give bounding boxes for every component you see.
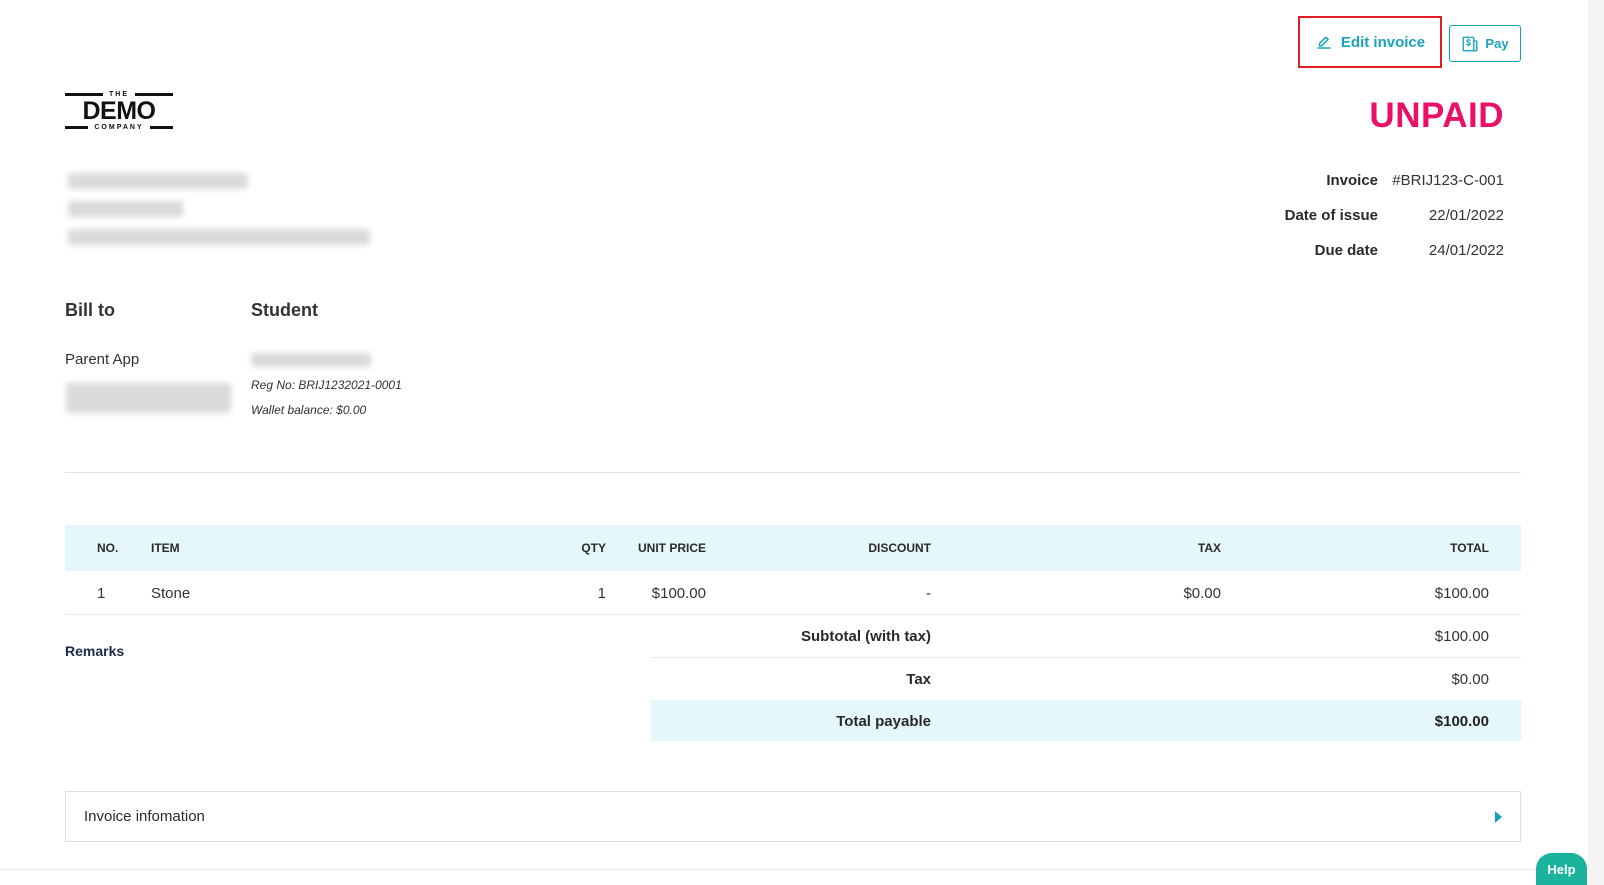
meta-row: Due date 24/01/2022: [1174, 233, 1504, 268]
invoice-status: UNPAID: [1369, 96, 1504, 135]
invoice-page: Edit invoice Pay THE DEMO COMPANY UNPAID…: [0, 0, 1588, 870]
meta-row: Date of issue 22/01/2022: [1174, 198, 1504, 233]
th-qty: QTY: [581, 541, 606, 555]
cell-unit-price: $100.00: [651, 585, 706, 602]
total-payable-value: $100.00: [1434, 713, 1489, 730]
scrollbar[interactable]: [1588, 0, 1604, 885]
logo-bottom-text: COMPANY: [94, 124, 144, 131]
total-payable-label: Total payable: [836, 713, 931, 730]
th-no: NO.: [97, 541, 119, 555]
subtotal-row: Subtotal (with tax) $100.00: [651, 615, 1521, 658]
cell-discount: -: [926, 585, 931, 602]
bill-to-heading: Bill to: [65, 300, 115, 320]
th-item: ITEM: [151, 541, 180, 555]
invoice-meta: Invoice #BRIJ123-C-001 Date of issue 22/…: [1174, 163, 1504, 268]
cell-total: $100.00: [1434, 585, 1489, 602]
total-payable-row: Total payable $100.00: [651, 700, 1521, 741]
items-table-header: NO. ITEM QTY UNIT PRICE DISCOUNT TAX TOT…: [65, 525, 1521, 571]
logo-main-text: DEMO: [82, 97, 157, 125]
bill-to-name: Parent App: [65, 351, 140, 368]
tax-label: Tax: [906, 671, 931, 688]
accordion-label: Invoice infomation: [84, 808, 205, 825]
meta-row: Invoice #BRIJ123-C-001: [1174, 163, 1504, 198]
cell-no: 1: [97, 585, 106, 602]
meta-value: #BRIJ123-C-001: [1392, 172, 1504, 189]
subtotal-label: Subtotal (with tax): [801, 628, 931, 645]
meta-label: Due date: [1314, 242, 1378, 259]
blurred-company-address: [68, 229, 370, 245]
blurred-student-name: [251, 353, 371, 367]
meta-value: 22/01/2022: [1428, 207, 1504, 224]
blurred-company-phone: [68, 201, 183, 217]
table-row: 1 Stone 1 $100.00 - $0.00 $100.00: [65, 571, 1521, 615]
company-logo: THE DEMO COMPANY: [65, 91, 174, 143]
th-tax: TAX: [1197, 541, 1221, 555]
tax-row: Tax $0.00: [651, 658, 1521, 701]
cell-qty: 1: [597, 585, 606, 602]
th-unit-price: UNIT PRICE: [637, 541, 706, 555]
subtotal-value: $100.00: [1434, 628, 1489, 645]
bill-dollar-icon: [1462, 36, 1478, 51]
th-discount: DISCOUNT: [868, 541, 931, 555]
student-heading: Student: [251, 300, 318, 320]
student-wallet-balance: Wallet balance: $0.00: [251, 403, 367, 417]
meta-label: Date of issue: [1284, 207, 1378, 224]
cell-tax: $0.00: [1183, 585, 1221, 602]
remarks-label: Remarks: [65, 643, 125, 659]
student-reg-no: Reg No: BRIJ1232021-0001: [251, 378, 402, 392]
pay-label: Pay: [1485, 36, 1509, 51]
tax-value: $0.00: [1451, 671, 1489, 688]
meta-value: 24/01/2022: [1428, 242, 1504, 259]
section-divider: [65, 472, 1521, 473]
pencil-icon: [1317, 36, 1331, 49]
help-button[interactable]: Help: [1536, 853, 1587, 885]
meta-label: Invoice: [1326, 172, 1378, 189]
pay-button[interactable]: Pay: [1449, 25, 1521, 62]
invoice-information-accordion[interactable]: Invoice infomation: [65, 791, 1521, 842]
edit-invoice-label: Edit invoice: [1340, 33, 1426, 51]
caret-right-icon: [1495, 810, 1502, 823]
edit-invoice-button[interactable]: Edit invoice: [1298, 16, 1442, 68]
th-total: TOTAL: [1450, 541, 1489, 555]
blurred-company-email: [68, 173, 248, 189]
blurred-bill-to-address: [66, 383, 231, 413]
cell-item: Stone: [151, 585, 191, 602]
